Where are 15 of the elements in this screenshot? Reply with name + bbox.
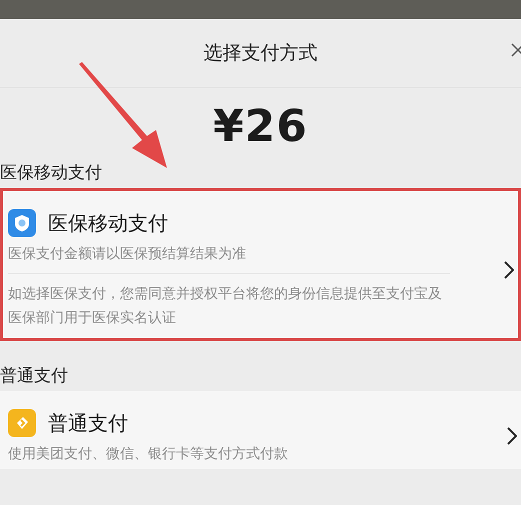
payment-amount: ¥26	[213, 100, 308, 152]
close-icon[interactable]	[511, 43, 521, 57]
section-label: 医保移动支付	[0, 162, 103, 185]
option-subtitle: 医保支付金额请以医保预结算结果为准	[8, 245, 247, 263]
section-label: 普通支付	[0, 365, 69, 388]
payment-option[interactable]: 普通支付 使用美团支付、微信、银行卡等支付方式付款	[0, 391, 521, 469]
chevron-icon	[504, 260, 514, 278]
payment-option[interactable]: 医保移动支付 医保支付金额请以医保预结算结果为准 如选择医保支付，您需同意并授权平台将您的身份信息提供至支付宝及医保部门用于医保实名认证	[0, 188, 521, 341]
shield-icon	[8, 209, 36, 237]
chevron-icon	[507, 427, 517, 445]
option-note: 如选择医保支付，您需同意并授权平台将您的身份信息提供至支付宝及医保部门用于医保实名认证	[8, 285, 443, 328]
option-title: 医保移动支付	[48, 210, 168, 236]
sheet-title: 选择支付方式	[204, 41, 318, 66]
option-subtitle: 使用美团支付、微信、银行卡等支付方式付款	[8, 445, 289, 463]
option-title: 普通支付	[48, 410, 128, 436]
